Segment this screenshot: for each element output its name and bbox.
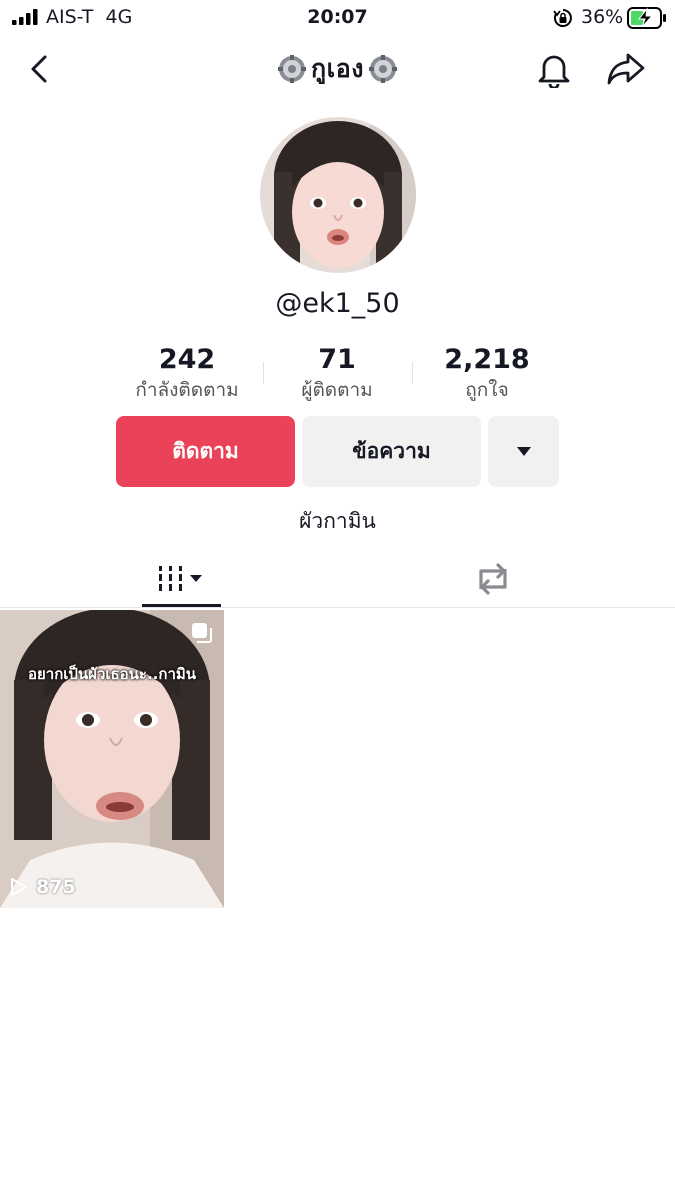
notification-button[interactable]	[532, 47, 576, 91]
following-label: กำลังติดตาม	[135, 379, 239, 401]
avatar[interactable]	[260, 117, 416, 273]
status-time: 20:07	[307, 6, 368, 28]
grid-lines-icon	[158, 566, 202, 591]
tab-reposts[interactable]	[453, 551, 532, 607]
following-stat[interactable]: 242 กำลังติดตาม	[107, 343, 267, 403]
likes-count: 2,218	[444, 344, 530, 375]
bell-icon	[538, 55, 570, 88]
followers-count: 71	[318, 344, 356, 375]
avatar-image	[260, 117, 416, 273]
repost-icon	[478, 563, 507, 595]
status-bar: AIS-T 4G 20:07 36%	[0, 0, 675, 36]
share-button[interactable]	[604, 47, 648, 91]
battery-percent: 36%	[581, 6, 624, 28]
video-caption: อยากเป็นผัวเธอนะ..กามิน	[27, 665, 197, 683]
message-button[interactable]: ข้อความ	[302, 416, 481, 487]
followers-label: ผู้ติดตาม	[301, 379, 373, 401]
more-options-button[interactable]	[488, 416, 559, 487]
username: @ek1_50	[275, 288, 400, 319]
gear-icon	[278, 55, 307, 83]
play-icon	[11, 878, 27, 896]
multi-image-icon	[192, 623, 212, 643]
share-arrow-icon	[607, 53, 645, 85]
follow-button[interactable]: ติดตาม	[116, 416, 295, 487]
video-thumbnail[interactable]: อยากเป็นผัวเธอนะ..กามิน 875	[0, 610, 224, 908]
video-preview-image	[0, 610, 224, 908]
battery-charging-icon	[627, 7, 666, 29]
orientation-lock-icon	[553, 9, 572, 27]
following-count: 242	[158, 344, 216, 375]
gear-icon	[368, 55, 397, 83]
view-count: 875	[10, 876, 76, 898]
likes-label: ถูกใจ	[465, 379, 509, 401]
tab-videos[interactable]	[142, 551, 221, 607]
caret-down-icon	[516, 446, 531, 456]
likes-stat[interactable]: 2,218 ถูกใจ	[407, 343, 567, 403]
tab-divider	[0, 607, 675, 608]
profile-bio: ผัวกามิน	[299, 509, 376, 533]
followers-stat[interactable]: 71 ผู้ติดตาม	[257, 343, 417, 403]
profile-title: กูเอง	[311, 54, 364, 83]
view-count-value: 875	[36, 876, 76, 898]
